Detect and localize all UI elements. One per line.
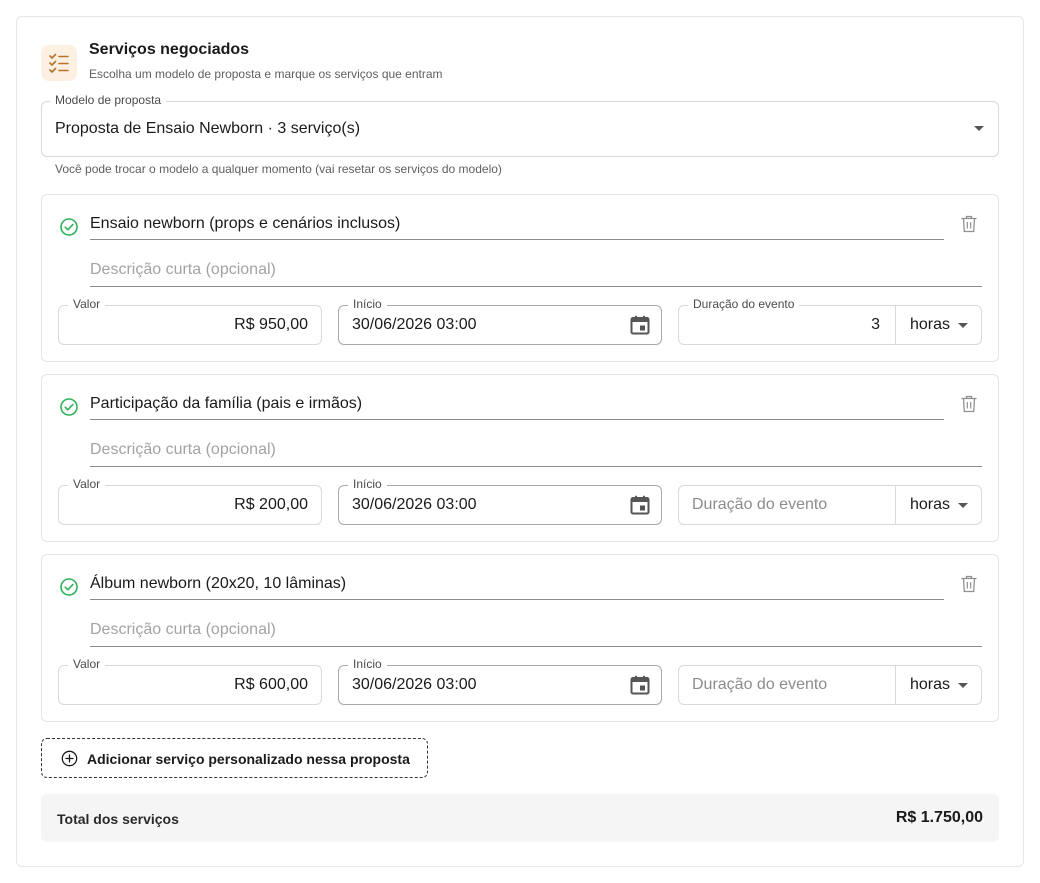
trash-icon[interactable] bbox=[961, 395, 977, 413]
service-name-input[interactable]: Álbum newborn (20x20, 10 lâminas) bbox=[90, 573, 944, 600]
inicio-label: Início bbox=[348, 297, 387, 311]
service-card: Participação da família (pais e irmãos) … bbox=[41, 374, 999, 542]
inicio-value: 30/06/2026 03:00 bbox=[352, 316, 477, 333]
total-summary: Total dos serviços R$ 1.750,00 bbox=[41, 794, 999, 842]
valor-field[interactable]: Valor R$ 950,00 bbox=[58, 297, 322, 345]
model-select-value[interactable]: Proposta de Ensaio Newborn · 3 serviço(s… bbox=[55, 120, 360, 138]
valor-value: R$ 200,00 bbox=[234, 496, 308, 513]
service-description-input[interactable]: Descrição curta (opcional) bbox=[90, 439, 982, 467]
duracao-field[interactable]: Duração do evento horas bbox=[678, 665, 982, 705]
service-card: Álbum newborn (20x20, 10 lâminas) Descri… bbox=[41, 554, 999, 722]
duracao-label: Duração do evento bbox=[688, 297, 800, 311]
unit-select[interactable]: horas bbox=[910, 316, 950, 334]
trash-icon[interactable] bbox=[961, 575, 977, 593]
unit-select[interactable]: horas bbox=[910, 676, 950, 694]
valor-label: Valor bbox=[68, 477, 106, 491]
check-circle-icon[interactable] bbox=[59, 217, 79, 237]
valor-value: R$ 950,00 bbox=[234, 316, 308, 333]
inicio-value: 30/06/2026 03:00 bbox=[352, 676, 477, 693]
duracao-field[interactable]: Duração do evento horas bbox=[678, 485, 982, 525]
duracao-value: 3 bbox=[871, 316, 880, 333]
add-custom-service-button[interactable]: Adicionar serviço personalizado nessa pr… bbox=[41, 738, 428, 778]
inicio-field[interactable]: Início 30/06/2026 03:00 bbox=[338, 297, 662, 345]
inicio-field[interactable]: Início 30/06/2026 03:00 bbox=[338, 477, 662, 525]
model-helper-text: Você pode trocar o modelo a qualquer mom… bbox=[55, 162, 502, 176]
inicio-label: Início bbox=[348, 477, 387, 491]
plus-circle-icon bbox=[61, 750, 78, 767]
valor-value: R$ 600,00 bbox=[234, 676, 308, 693]
service-name-input[interactable]: Ensaio newborn (props e cenários incluso… bbox=[90, 213, 944, 240]
unit-select[interactable]: horas bbox=[910, 496, 950, 514]
caret-down-icon[interactable] bbox=[958, 323, 968, 328]
section-subtitle: Escolha um modelo de proposta e marque o… bbox=[89, 67, 443, 81]
valor-label: Valor bbox=[68, 297, 106, 311]
service-card: Ensaio newborn (props e cenários incluso… bbox=[41, 194, 999, 362]
model-select-label: Modelo de proposta bbox=[50, 93, 167, 107]
section-title: Serviços negociados bbox=[89, 41, 250, 58]
valor-field[interactable]: Valor R$ 600,00 bbox=[58, 657, 322, 705]
inicio-value: 30/06/2026 03:00 bbox=[352, 496, 477, 513]
check-circle-icon[interactable] bbox=[59, 397, 79, 417]
add-custom-service-label: Adicionar serviço personalizado nessa pr… bbox=[87, 751, 410, 767]
calendar-icon[interactable] bbox=[630, 315, 650, 335]
caret-down-icon[interactable] bbox=[958, 503, 968, 508]
service-name-input[interactable]: Participação da família (pais e irmãos) bbox=[90, 393, 944, 420]
calendar-icon[interactable] bbox=[630, 495, 650, 515]
valor-field[interactable]: Valor R$ 200,00 bbox=[58, 477, 322, 525]
chevron-down-icon[interactable] bbox=[974, 126, 984, 131]
inicio-field[interactable]: Início 30/06/2026 03:00 bbox=[338, 657, 662, 705]
duracao-field[interactable]: Duração do evento 3 horas bbox=[678, 297, 982, 345]
total-amount: R$ 1.750,00 bbox=[895, 809, 983, 826]
calendar-icon[interactable] bbox=[630, 675, 650, 695]
service-description-input[interactable]: Descrição curta (opcional) bbox=[90, 619, 982, 647]
divider bbox=[895, 666, 896, 704]
trash-icon[interactable] bbox=[961, 215, 977, 233]
divider bbox=[895, 486, 896, 524]
divider bbox=[895, 306, 896, 344]
valor-label: Valor bbox=[68, 657, 106, 671]
check-circle-icon[interactable] bbox=[59, 577, 79, 597]
inicio-label: Início bbox=[348, 657, 387, 671]
total-label: Total dos serviços bbox=[57, 811, 179, 827]
duracao-placeholder: Duração do evento bbox=[692, 496, 828, 513]
checklist-icon bbox=[41, 45, 77, 81]
service-description-input[interactable]: Descrição curta (opcional) bbox=[90, 259, 982, 287]
caret-down-icon[interactable] bbox=[958, 683, 968, 688]
duracao-placeholder: Duração do evento bbox=[692, 676, 828, 693]
